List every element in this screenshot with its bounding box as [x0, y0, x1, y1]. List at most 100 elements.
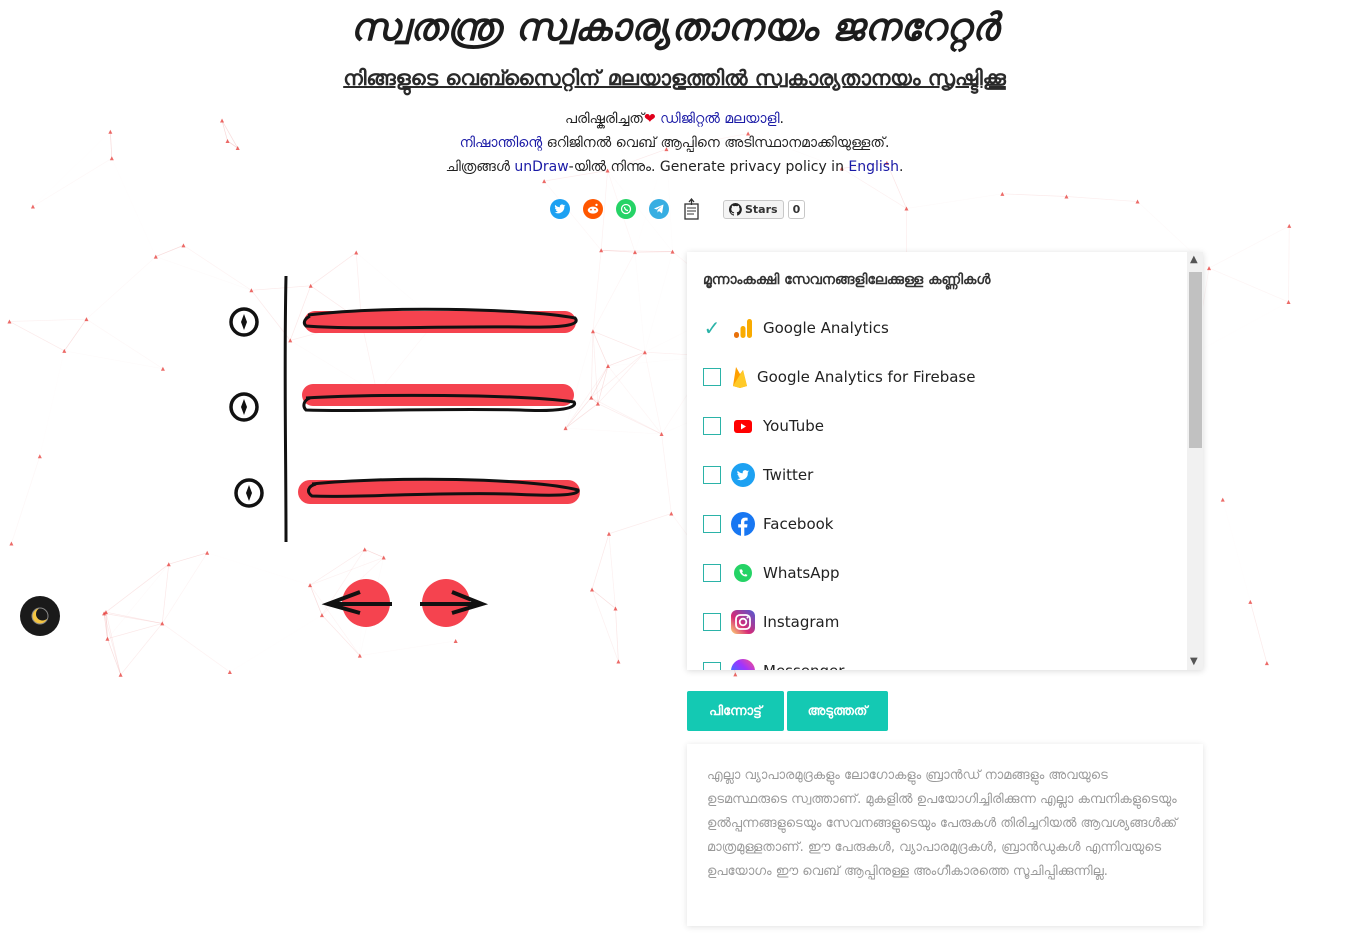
credits-line-2: നിഷാന്തിന്റെ ഒറിജിനൽ വെബ് ആപ്പിനെ അടിസ്ഥ…	[459, 135, 890, 151]
particle-dot	[1287, 223, 1292, 228]
digital-malayali-link[interactable]: ഡിജിറ്റൽ മലയാളി	[660, 111, 779, 127]
checkmark-icon[interactable]: ✓	[703, 318, 721, 338]
particle-link	[107, 563, 170, 639]
dark-mode-toggle[interactable]	[20, 596, 60, 636]
service-item-firebase[interactable]: Google Analytics for Firebase	[703, 362, 975, 392]
particle-dot	[108, 129, 113, 134]
particle-link	[635, 252, 645, 352]
service-item-whatsapp[interactable]: WhatsApp	[703, 558, 840, 588]
particle-link	[906, 193, 1003, 209]
trademark-disclaimer: എല്ലാ വ്യാപാരമുദ്രകളും ലോഗോകളും ബ്രാൻഡ് …	[687, 744, 1203, 926]
particle-dot	[153, 254, 158, 259]
scrollbar-thumb[interactable]	[1189, 272, 1202, 448]
moon-icon	[31, 607, 49, 625]
particle-link	[103, 563, 169, 614]
particle-link	[608, 513, 672, 535]
particle-link	[86, 256, 157, 320]
checkbox[interactable]	[703, 564, 721, 582]
particle-dot	[205, 550, 210, 555]
particle-link	[359, 640, 456, 656]
particle-link	[9, 321, 65, 352]
heart-icon: ❤	[643, 111, 656, 127]
particle-dot	[1220, 497, 1225, 502]
undraw-link[interactable]: unDraw	[514, 159, 568, 175]
back-button[interactable]: പിന്നോട്ട്	[687, 691, 784, 731]
privacy-illustration	[229, 275, 580, 627]
service-item-youtube[interactable]: YouTube	[703, 411, 824, 441]
telegram-share-icon[interactable]	[649, 199, 669, 219]
firebase-icon	[731, 365, 749, 389]
checkbox[interactable]	[703, 368, 721, 386]
particle-link	[615, 608, 619, 662]
particle-link	[1195, 302, 1288, 353]
particle-dot	[1286, 299, 1291, 304]
particle-link	[107, 623, 163, 640]
service-item-facebook[interactable]: Facebook	[703, 509, 833, 539]
particle-link	[1288, 225, 1290, 302]
particle-link	[63, 318, 87, 352]
twitter-share-icon[interactable]	[550, 199, 570, 219]
third-party-services-panel[interactable]: മൂന്നാംകക്ഷി സേവനങ്ങളിലേക്കുള്ള കണ്ണികൾ …	[687, 252, 1203, 670]
particle-dot	[606, 531, 611, 536]
credits-line-1: പരിഷ്കരിച്ചത്❤ ഡിജിറ്റൽ മലയാളി.	[565, 111, 784, 127]
service-item-messenger[interactable]: Messenger	[703, 656, 844, 670]
email-share-icon[interactable]	[682, 197, 702, 220]
particle-link	[591, 397, 662, 435]
service-item-instagram[interactable]: Instagram	[703, 607, 839, 637]
particle-link	[645, 252, 673, 353]
scroll-down-icon[interactable]: ▼	[1190, 656, 1198, 667]
particle-link	[121, 672, 230, 675]
google-analytics-icon	[731, 316, 755, 340]
particle-link	[634, 251, 673, 253]
checkbox[interactable]	[703, 662, 721, 670]
service-item-twitter[interactable]: Twitter	[703, 460, 813, 490]
particle-link	[1208, 267, 1289, 303]
particle-link	[608, 533, 616, 609]
page-subtitle: നിങ്ങളുടെ വെബ്സൈറ്റിന് മലയാളത്തിൽ സ്വകാര…	[343, 66, 1006, 90]
particle-link	[107, 638, 121, 675]
github-stars-widget: Stars 0	[723, 199, 806, 219]
particle-dot	[733, 672, 738, 677]
github-star-count[interactable]: 0	[787, 199, 806, 219]
particle-dot	[181, 243, 186, 248]
particle-dot	[669, 511, 674, 516]
checkbox[interactable]	[703, 515, 721, 533]
checkbox[interactable]	[703, 466, 721, 484]
particle-link	[86, 318, 164, 370]
particle-link	[1066, 196, 1138, 202]
whatsapp-share-icon[interactable]	[616, 199, 636, 219]
scroll-up-icon[interactable]: ▲	[1190, 254, 1198, 265]
share-bar: Stars 0	[550, 196, 806, 222]
particle-dot	[166, 562, 171, 567]
panel-scrollbar[interactable]: ▲ ▼	[1187, 252, 1203, 670]
particle-link	[9, 318, 87, 322]
particle-link	[1002, 193, 1067, 197]
checkbox[interactable]	[703, 613, 721, 631]
particle-dot	[37, 454, 42, 459]
particle-link	[103, 613, 121, 675]
service-item-google-analytics[interactable]: ✓ Google Analytics	[703, 313, 889, 343]
credits-line-3: ചിത്രങ്ങൾ unDraw-യിൽ നിന്നും. Generate p…	[445, 159, 904, 175]
github-star-button[interactable]: Stars	[723, 199, 784, 219]
reddit-share-icon[interactable]	[583, 199, 603, 219]
twitter-icon	[731, 463, 755, 487]
english-link[interactable]: English	[848, 159, 899, 175]
particle-link	[1208, 225, 1290, 269]
nishanth-link[interactable]: നിഷാന്തിന്റെ	[460, 135, 543, 151]
particle-link	[1223, 500, 1251, 602]
particle-dot	[616, 659, 621, 664]
github-icon	[729, 202, 742, 216]
particle-link	[40, 351, 64, 456]
instagram-icon	[731, 610, 755, 634]
whatsapp-icon	[731, 561, 755, 585]
page-title: സ്വതന്ത്ര സ്വകാര്യതാനയം ജനറേറ്റർ	[350, 4, 999, 49]
particle-link	[644, 352, 662, 435]
particle-link	[155, 245, 184, 257]
particle-link	[661, 433, 672, 514]
next-button[interactable]: അടുത്തത്	[787, 691, 888, 731]
particle-dot	[1248, 599, 1253, 604]
particle-link	[104, 613, 163, 624]
checkbox[interactable]	[703, 417, 721, 435]
particle-dot	[354, 250, 359, 255]
particle-dot	[9, 541, 14, 546]
